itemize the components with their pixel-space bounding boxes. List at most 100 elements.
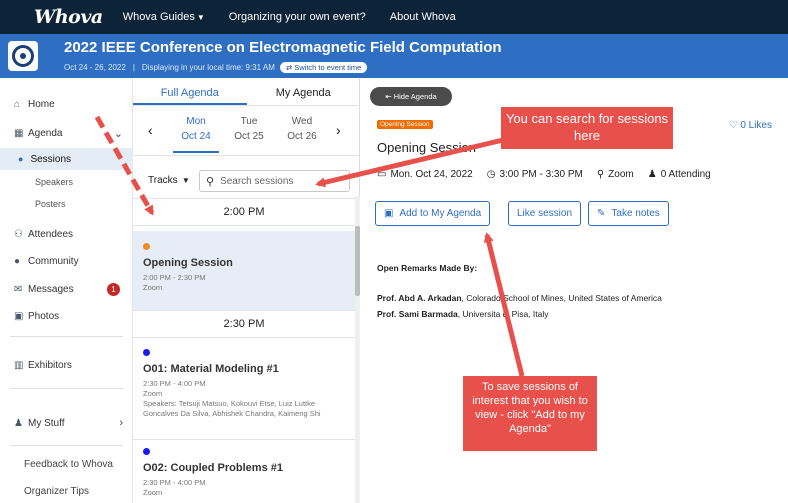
day-date: Oct 24: [181, 131, 211, 142]
time-header: 2:00 PM: [133, 198, 355, 226]
sidebar-item-community[interactable]: ● Community: [0, 250, 133, 272]
chevron-right-icon: ›: [119, 417, 123, 429]
speaker-line: Prof. Abd A. Arkadan, Colorado School of…: [377, 293, 662, 303]
nav-whova-guides-label: Whova Guides: [122, 11, 195, 23]
hide-agenda-button[interactable]: ⇤ Hide Agenda: [370, 87, 452, 106]
session-title: Opening Session: [143, 257, 233, 269]
sidebar-item-posters[interactable]: Posters: [0, 193, 133, 215]
take-notes-button[interactable]: ✎ Take notes: [588, 201, 669, 226]
chevron-down-icon: ⌄: [113, 127, 123, 140]
bullet-icon: ●: [18, 154, 24, 164]
top-nav: Whova Whova Guides ▼ Organizing your own …: [0, 0, 788, 34]
session-location-text: Zoom: [608, 169, 634, 180]
day-selector: ‹ Mon Oct 24 Tue Oct 25 Wed Oct 26 ›: [133, 106, 360, 156]
day-date: Oct 26: [287, 131, 317, 142]
switch-time-button[interactable]: ⇄ Switch to event time: [279, 62, 368, 73]
local-time-text: Displaying in your local time: 9:31 AM: [141, 63, 275, 72]
session-time-text: 3:00 PM - 3:30 PM: [499, 169, 583, 180]
tracks-dropdown[interactable]: Tracks ▼: [148, 175, 190, 186]
swap-icon: ⇄: [285, 63, 295, 72]
organizer-tips-link[interactable]: Organizer Tips: [24, 486, 89, 497]
nav-organizing[interactable]: Organizing your own event?: [229, 11, 366, 23]
event-subinfo: Oct 24 - 26, 2022 | Displaying in your l…: [64, 62, 368, 73]
agenda-filters: Tracks ▼ ⚲: [133, 166, 360, 194]
sidebar-exhibitors-label: Exhibitors: [28, 359, 72, 371]
sidebar-attendees-label: Attendees: [28, 228, 74, 240]
session-item[interactable]: Opening Session 2:00 PM - 2:30 PM Zoom: [133, 231, 355, 310]
hide-agenda-label: Hide Agenda: [393, 92, 437, 101]
session-location: Zoom: [143, 283, 163, 292]
event-dates: Oct 24 - 26, 2022: [64, 63, 126, 72]
nav-whova-guides[interactable]: Whova Guides ▼: [123, 11, 205, 23]
tab-my-agenda[interactable]: My Agenda: [247, 78, 361, 105]
exhibitor-icon: ▥: [14, 359, 24, 371]
calendar-icon: ▭: [377, 169, 387, 180]
search-input[interactable]: [220, 175, 341, 187]
session-location: Zoom: [143, 488, 163, 497]
person-icon: ♟: [14, 417, 23, 429]
sidebar-item-my-stuff[interactable]: ♟ My Stuff ›: [0, 412, 133, 434]
session-date: ▭ Mon. Oct 24, 2022: [377, 169, 473, 180]
sidebar-item-exhibitors[interactable]: ▥ Exhibitors: [0, 354, 133, 376]
caret-down-icon: ▼: [179, 176, 190, 185]
envelope-icon: ✉: [14, 283, 23, 295]
messages-badge: 1: [107, 282, 120, 296]
add-to-my-agenda-button[interactable]: ▣ Add to My Agenda: [375, 201, 491, 226]
description-heading: Open Remarks Made By:: [377, 263, 478, 273]
track-dot: [143, 349, 150, 356]
community-icon: ●: [14, 255, 21, 267]
separator: |: [132, 63, 135, 72]
session-speakers: Speakers: Tetsuji Matsuo, Kokouvi Etse, …: [143, 399, 321, 418]
tracks-label: Tracks: [148, 175, 178, 186]
likes-button[interactable]: ♡ 0 Likes: [729, 120, 772, 131]
sidebar-item-attendees[interactable]: ⚇ Attendees: [0, 223, 133, 245]
day-tue[interactable]: Tue Oct 25: [226, 114, 272, 144]
chevron-left-icon[interactable]: ‹: [148, 122, 153, 138]
add-to-my-agenda-label: Add to My Agenda: [399, 208, 482, 219]
chevron-right-icon[interactable]: ›: [336, 122, 341, 138]
sidebar-agenda-label: Agenda: [28, 127, 63, 139]
sidebar-home-label: Home: [28, 98, 55, 110]
detail-title: Opening Session: [377, 140, 477, 155]
sidebar-item-agenda[interactable]: ▦ Agenda ⌄: [0, 122, 133, 144]
search-callout: You can search for sessions here: [501, 107, 673, 149]
sidebar-item-sessions[interactable]: ● Sessions: [0, 148, 133, 170]
search-box[interactable]: ⚲: [199, 170, 350, 192]
event-banner: 2022 IEEE Conference on Electromagnetic …: [0, 34, 788, 78]
scrollbar-thumb[interactable]: [355, 226, 360, 296]
speaker-affiliation: , Universita di Pisa, Italy: [457, 309, 549, 319]
sidebar-item-home[interactable]: ⌂ Home: [0, 93, 133, 115]
like-session-button[interactable]: Like session: [508, 201, 582, 226]
session-item[interactable]: O01: Material Modeling #1 2:30 PM - 4:00…: [133, 340, 355, 440]
sidebar-item-messages[interactable]: ✉ Messages 1: [0, 278, 133, 300]
day-wed[interactable]: Wed Oct 26: [279, 114, 325, 144]
edit-icon: ✎: [597, 208, 606, 219]
sidebar-item-speakers[interactable]: Speakers: [0, 171, 133, 193]
feedback-link[interactable]: Feedback to Whova: [24, 459, 113, 470]
nav-about[interactable]: About Whova: [390, 11, 456, 23]
event-emblem-icon: [8, 41, 38, 71]
track-dot: [143, 448, 150, 455]
add-agenda-callout: To save sessions of interest that you wi…: [463, 376, 597, 451]
session-attending-text: 0 Attending: [660, 169, 711, 180]
sidebar-community-label: Community: [28, 255, 79, 267]
switch-time-label: Switch to event time: [294, 63, 362, 72]
sidebar-divider: [10, 388, 123, 389]
session-time: 2:30 PM - 4:00 PM: [143, 379, 206, 388]
sidebar-item-photos[interactable]: ▣ Photos: [0, 305, 133, 327]
day-mon[interactable]: Mon Oct 24: [173, 114, 219, 153]
sidebar: ⌂ Home ▦ Agenda ⌄ ● Sessions Speakers Poster…: [0, 78, 133, 503]
session-tag: Opening Session: [377, 120, 433, 129]
caret-down-icon: ▼: [196, 13, 205, 22]
day-dow: Wed: [291, 116, 313, 127]
day-dow: Tue: [240, 116, 258, 127]
speaker-name: Prof. Abd A. Arkadan: [377, 293, 462, 303]
day-date: Oct 25: [234, 131, 264, 142]
whova-logo[interactable]: Whova: [34, 6, 103, 28]
session-item[interactable]: O02: Coupled Problems #1 2:30 PM - 4:00 …: [133, 443, 355, 503]
speaker-name: Prof. Sami Barmada: [377, 309, 458, 319]
clock-icon: ◷: [486, 169, 496, 180]
tab-full-agenda[interactable]: Full Agenda: [133, 78, 247, 105]
agenda-tabs: Full Agenda My Agenda: [133, 78, 360, 106]
scrollbar[interactable]: [355, 196, 360, 503]
